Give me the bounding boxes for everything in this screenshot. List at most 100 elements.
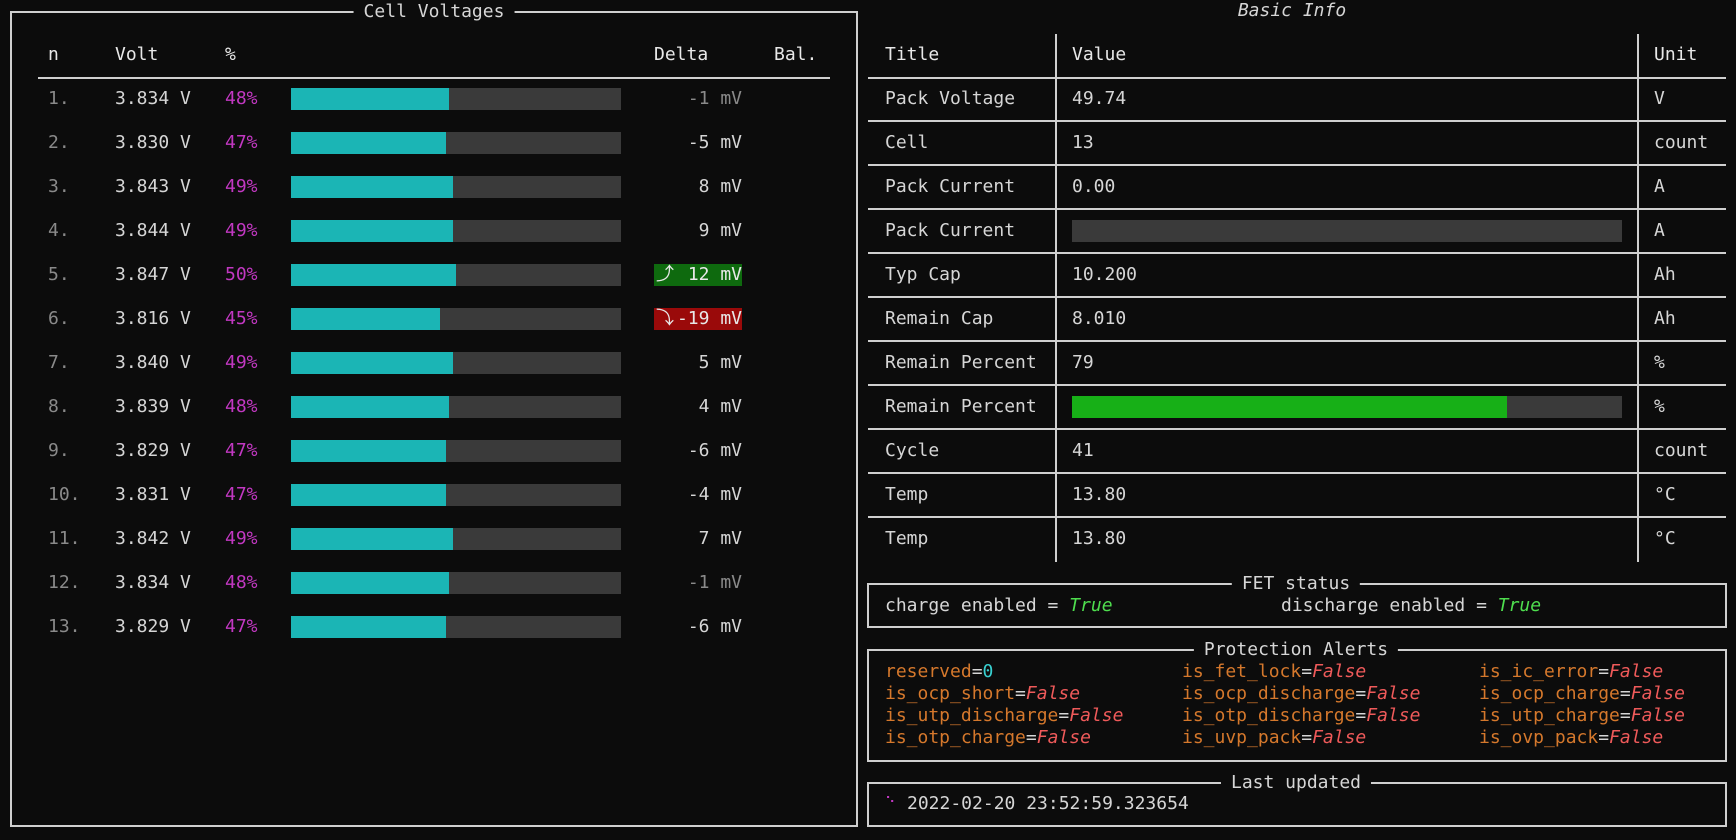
cell-delta: -5 mV bbox=[654, 132, 742, 154]
cell-index: 9. bbox=[48, 440, 70, 461]
cell-index: 10. bbox=[48, 484, 81, 505]
alert-equals: = bbox=[1598, 727, 1610, 748]
spinner-icon: ⠑ bbox=[885, 795, 896, 811]
cell-delta-value: -1 mV bbox=[687, 88, 742, 109]
grid-hline bbox=[868, 164, 1726, 166]
col-header-delta: Delta bbox=[654, 44, 709, 65]
cell-delta-value: 5 mV bbox=[698, 352, 742, 373]
cell-level-bar bbox=[291, 528, 621, 550]
cell-delta-value: 8 mV bbox=[698, 176, 742, 197]
info-unit: % bbox=[1654, 396, 1665, 417]
alert-equals: = bbox=[1619, 705, 1631, 726]
cell-delta: 5 mV bbox=[654, 352, 742, 374]
info-unit: Ah bbox=[1654, 308, 1676, 329]
cell-delta: -1 mV bbox=[654, 572, 742, 594]
alert-value: False bbox=[1036, 727, 1091, 748]
grid-hline bbox=[868, 428, 1726, 430]
cell-level-fill bbox=[291, 484, 446, 506]
cell-level-bar bbox=[291, 352, 621, 374]
cell-percent: 48% bbox=[225, 88, 258, 109]
cell-voltage: 3.834 V bbox=[115, 88, 191, 109]
cell-level-fill bbox=[291, 308, 440, 330]
cell-delta-value: 4 mV bbox=[698, 396, 742, 417]
cell-delta: -4 mV bbox=[654, 484, 742, 506]
cell-index: 8. bbox=[48, 396, 70, 417]
info-value: 0.00 bbox=[1072, 176, 1116, 197]
cell-percent: 49% bbox=[225, 352, 258, 373]
cell-delta: ⤵ -19 mV bbox=[654, 308, 742, 330]
alert-item: is_utp_charge=False bbox=[1479, 705, 1685, 727]
cell-percent: 48% bbox=[225, 572, 258, 593]
cell-level-bar bbox=[291, 572, 621, 594]
cell-percent: 50% bbox=[225, 264, 258, 285]
cell-voltage: 3.840 V bbox=[115, 352, 191, 373]
info-unit: Ah bbox=[1654, 264, 1676, 285]
cell-delta: 9 mV bbox=[654, 220, 742, 242]
cell-index: 2. bbox=[48, 132, 70, 153]
cell-percent: 48% bbox=[225, 396, 258, 417]
info-title: Temp bbox=[885, 528, 929, 549]
balance-down-arrow-icon: ⤵ bbox=[656, 308, 674, 329]
cell-level-fill bbox=[291, 352, 453, 374]
cell-voltage: 3.834 V bbox=[115, 572, 191, 593]
cell-delta: -1 mV bbox=[654, 88, 742, 110]
cell-delta-value: 7 mV bbox=[698, 528, 742, 549]
cell-delta-value: 12 mV bbox=[687, 264, 742, 285]
alert-item: is_ocp_charge=False bbox=[1479, 683, 1685, 705]
info-unit: % bbox=[1654, 352, 1665, 373]
alert-key: is_utp_discharge bbox=[885, 705, 1059, 726]
alert-key: is_uvp_pack bbox=[1182, 727, 1302, 748]
alert-equals: = bbox=[1301, 727, 1313, 748]
alert-equals: = bbox=[1301, 661, 1313, 682]
info-level-fill bbox=[1072, 396, 1507, 418]
col-header-n: n bbox=[48, 44, 59, 65]
cell-level-bar bbox=[291, 220, 621, 242]
cell-voltage: 3.847 V bbox=[115, 264, 191, 285]
cell-voltage: 3.816 V bbox=[115, 308, 191, 329]
cell-index: 1. bbox=[48, 88, 70, 109]
cell-level-bar bbox=[291, 88, 621, 110]
info-header-unit: Unit bbox=[1654, 44, 1698, 65]
alert-item: is_fet_lock=False bbox=[1182, 661, 1366, 683]
alert-equals: = bbox=[1355, 705, 1367, 726]
info-header-title: Title bbox=[885, 44, 940, 65]
alert-key: is_utp_charge bbox=[1479, 705, 1620, 726]
basic-info-title: Basic Info bbox=[1237, 0, 1347, 21]
cell-index: 13. bbox=[48, 616, 81, 637]
cell-percent: 47% bbox=[225, 616, 258, 637]
cell-percent: 47% bbox=[225, 440, 258, 461]
col-header-volt: Volt bbox=[115, 44, 159, 65]
cell-index: 11. bbox=[48, 528, 81, 549]
fet-op: = bbox=[1036, 595, 1070, 616]
fet-discharge-enabled: discharge enabled = True bbox=[1281, 595, 1541, 617]
cell-percent: 49% bbox=[225, 176, 258, 197]
fet-status-title: FET status bbox=[1231, 573, 1361, 595]
alert-equals: = bbox=[971, 661, 983, 682]
grid-hline bbox=[868, 208, 1726, 210]
alert-item: is_uvp_pack=False bbox=[1182, 727, 1366, 749]
cell-level-bar bbox=[291, 176, 621, 198]
cell-level-fill bbox=[291, 220, 453, 242]
alert-item: is_ic_error=False bbox=[1479, 661, 1663, 683]
cell-delta: -6 mV bbox=[654, 440, 742, 462]
cell-percent: 47% bbox=[225, 132, 258, 153]
cell-level-bar bbox=[291, 616, 621, 638]
info-level-bar bbox=[1072, 396, 1622, 418]
cell-voltage: 3.843 V bbox=[115, 176, 191, 197]
cell-level-bar bbox=[291, 396, 621, 418]
info-unit: °C bbox=[1654, 484, 1676, 505]
col-header-percent: % bbox=[225, 44, 236, 65]
alert-item: is_ocp_short=False bbox=[885, 683, 1080, 705]
cell-voltage: 3.829 V bbox=[115, 440, 191, 461]
alert-key: is_ocp_discharge bbox=[1182, 683, 1356, 704]
alert-key: is_ic_error bbox=[1479, 661, 1599, 682]
alert-key: is_fet_lock bbox=[1182, 661, 1302, 682]
alert-key: is_ocp_charge bbox=[1479, 683, 1620, 704]
cell-index: 4. bbox=[48, 220, 70, 241]
cell-delta-value: 9 mV bbox=[698, 220, 742, 241]
cell-delta-value: -19 mV bbox=[676, 308, 742, 329]
cell-percent: 47% bbox=[225, 484, 258, 505]
cell-delta-value: -6 mV bbox=[687, 616, 742, 637]
grid-hline bbox=[868, 340, 1726, 342]
cell-voltage: 3.830 V bbox=[115, 132, 191, 153]
